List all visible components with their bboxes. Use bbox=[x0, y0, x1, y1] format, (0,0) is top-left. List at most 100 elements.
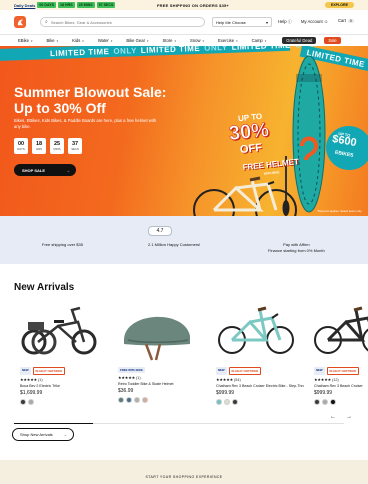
timer-mins: 25 MINS bbox=[76, 2, 95, 8]
chevron-down-icon: ▾ bbox=[110, 39, 113, 43]
stars: ★★★★★ bbox=[216, 378, 234, 382]
swatch[interactable] bbox=[126, 397, 132, 403]
color-swatches bbox=[118, 397, 206, 403]
swatch[interactable] bbox=[322, 399, 328, 405]
product-image[interactable] bbox=[20, 300, 108, 365]
nav-item-exercise[interactable]: Exercise ▾ bbox=[218, 38, 238, 43]
nav-label: Exercise bbox=[218, 38, 235, 43]
review-count: (1) bbox=[136, 376, 141, 380]
trust-strip: 4.7 Free shipping over $35 2.1 Million H… bbox=[0, 216, 368, 264]
shop-new-arrivals-button[interactable]: Shop New Arrivals → bbox=[12, 428, 74, 441]
logo[interactable] bbox=[14, 16, 26, 28]
carousel-next-arrow-icon[interactable]: → bbox=[346, 414, 352, 420]
product-name[interactable]: Boca Bev 2 Electric Trike bbox=[20, 384, 108, 388]
cart-label: Cart bbox=[338, 18, 346, 23]
product-price: $36.99 bbox=[118, 388, 134, 394]
stars: ★★★★★ bbox=[314, 378, 332, 382]
chevron-down-icon: ▾ bbox=[174, 39, 177, 43]
product-name[interactable]: Chatham Rev 3 Beach Cruiser bbox=[314, 384, 368, 388]
nav-item-ebike[interactable]: EBike ▾ bbox=[18, 38, 32, 43]
nav-item-bike-gear[interactable]: Bike Gear ▾ bbox=[126, 38, 148, 43]
product-card[interactable]: NEW IN-HEAT CERTIFIED ★★★★★(1) Boca Bev … bbox=[20, 300, 108, 405]
product-name[interactable]: Retro Toddler Bike & Skate Helmet bbox=[118, 382, 206, 386]
star-rating: ★★★★★(1) bbox=[118, 375, 206, 380]
teal-cruiser-image bbox=[218, 306, 294, 354]
carousel-prev-arrow-icon[interactable]: ← bbox=[330, 414, 336, 420]
swatch[interactable] bbox=[314, 399, 320, 405]
swatch[interactable] bbox=[330, 399, 336, 405]
affirm-line-2: Finance starting from 0% Month bbox=[268, 248, 325, 253]
product-card[interactable]: FREE WITH BIKE ★★★★★(1) Retro Toddler Bi… bbox=[118, 300, 206, 403]
account-label: My Account bbox=[301, 19, 323, 24]
review-count: (12) bbox=[332, 378, 339, 382]
chevron-down-icon: ▾ bbox=[56, 39, 59, 43]
timer-hours: 18 HRS bbox=[58, 2, 75, 8]
review-count: (1) bbox=[38, 378, 43, 382]
cart-link[interactable]: Cart 0 bbox=[338, 18, 354, 23]
hero-banner[interactable]: LIMITED TIME ONLY LIMITED TIME ONLY LIMITE… bbox=[0, 46, 368, 216]
search-input[interactable] bbox=[50, 19, 191, 25]
nav-label: Camp bbox=[251, 38, 263, 43]
affirm-text: Pay with Affirm Finance starting from 0%… bbox=[268, 242, 325, 254]
countdown-unit: MINS bbox=[53, 147, 61, 151]
nav-item-store[interactable]: Store ▾ bbox=[162, 38, 176, 43]
nav-item-grateful-dead[interactable]: Grateful Dead bbox=[282, 37, 317, 44]
nav-item-kids[interactable]: Kids ▾ bbox=[72, 38, 84, 43]
nav-item-bike[interactable]: Bike ▾ bbox=[46, 38, 58, 43]
product-card[interactable]: NEW IN-HEAT CERTIFIED ★★★★★(54) Chatham … bbox=[216, 300, 304, 405]
daily-deals-link[interactable]: Daily Deals bbox=[14, 3, 35, 8]
explore-button[interactable]: EXPLORE bbox=[324, 2, 354, 8]
shop-sale-button[interactable]: SHOP SALE → bbox=[14, 164, 76, 176]
logo-mark-icon bbox=[17, 19, 23, 25]
certified-chip: IN-HEAT CERTIFIED bbox=[326, 367, 360, 375]
account-link[interactable]: My Account ☺ bbox=[301, 19, 328, 24]
black-cruiser-image bbox=[314, 306, 368, 354]
color-swatches bbox=[20, 399, 108, 405]
chevron-down-icon: ▾ bbox=[30, 39, 33, 43]
site-header: ⌕ Help Me Choose ▾ Help ⓘ My Account ☺ C… bbox=[0, 10, 368, 35]
happy-customers-text: 2.1 Million Happy Customers! bbox=[148, 242, 201, 247]
countdown-secs: 37 SECS bbox=[68, 138, 82, 154]
swatch[interactable] bbox=[142, 397, 148, 403]
nav-item-camp[interactable]: Camp ▾ bbox=[252, 38, 267, 43]
main-nav: EBike ▾ Bike ▾ Kids ▾ Water ▾ Bike Gear ▾ Sto… bbox=[0, 35, 368, 46]
ribbon-text: LIMITED TIME bbox=[140, 46, 201, 55]
shop-sale-label: SHOP SALE bbox=[22, 167, 46, 173]
swatch[interactable] bbox=[28, 399, 34, 405]
product-name[interactable]: Chatham Rev 3 Beach Cruiser Electric Bik… bbox=[216, 384, 304, 388]
rating-badge[interactable]: 4.7 bbox=[148, 226, 172, 236]
carousel-progress-fill bbox=[14, 423, 94, 424]
countdown-unit: DAYS bbox=[17, 147, 25, 151]
swatch[interactable] bbox=[134, 397, 140, 403]
swatch[interactable] bbox=[20, 399, 26, 405]
swatch[interactable] bbox=[224, 399, 230, 405]
product-image[interactable] bbox=[118, 300, 206, 365]
countdown-unit: HRS bbox=[36, 147, 42, 151]
search-bar[interactable]: ⌕ bbox=[40, 17, 205, 27]
free-shipping-text: Free shipping over $35 bbox=[42, 242, 83, 247]
nav-label: Water bbox=[97, 38, 109, 43]
product-image[interactable] bbox=[314, 300, 368, 365]
nav-label: EBike bbox=[18, 38, 29, 43]
limited-time-ribbon: LIMITED TIMEONLY LIMITED TIMEONLY LIMITE… bbox=[0, 46, 319, 62]
help-link[interactable]: Help ⓘ bbox=[278, 19, 292, 25]
product-image[interactable] bbox=[216, 300, 304, 365]
help-icon: ⓘ bbox=[287, 19, 292, 24]
product-card[interactable]: NEW IN-HEAT CERTIFIED ★★★★★(12) Chatham … bbox=[314, 300, 368, 405]
nav-item-water[interactable]: Water ▾ bbox=[98, 38, 113, 43]
swatch[interactable] bbox=[232, 399, 238, 405]
nav-item-sale[interactable]: Sale bbox=[324, 37, 341, 44]
footer-text: START YOUR SHOPPING EXPERIENCE bbox=[145, 475, 223, 479]
product-price: $1,699.99 bbox=[20, 390, 43, 396]
certified-chip: IN-HEAT CERTIFIED bbox=[32, 367, 66, 375]
chevron-down-icon: ▾ bbox=[146, 39, 149, 43]
shipping-announcement: FREE SHIPPING ON ORDERS $35+ bbox=[157, 2, 229, 8]
swatch[interactable] bbox=[216, 399, 222, 405]
nav-label: Bike Gear bbox=[126, 38, 145, 43]
section-title: New Arrivals bbox=[14, 282, 75, 293]
nav-item-snow[interactable]: Snow ▾ bbox=[190, 38, 204, 43]
swatch[interactable] bbox=[118, 397, 124, 403]
free-with-bike-chip: FREE WITH BIKE bbox=[118, 367, 145, 373]
hero-subtext: Bikes, EBikes, Kids Bikes, & Paddle Boar… bbox=[14, 118, 157, 129]
help-me-choose-select[interactable]: Help Me Choose ▾ bbox=[212, 17, 272, 27]
